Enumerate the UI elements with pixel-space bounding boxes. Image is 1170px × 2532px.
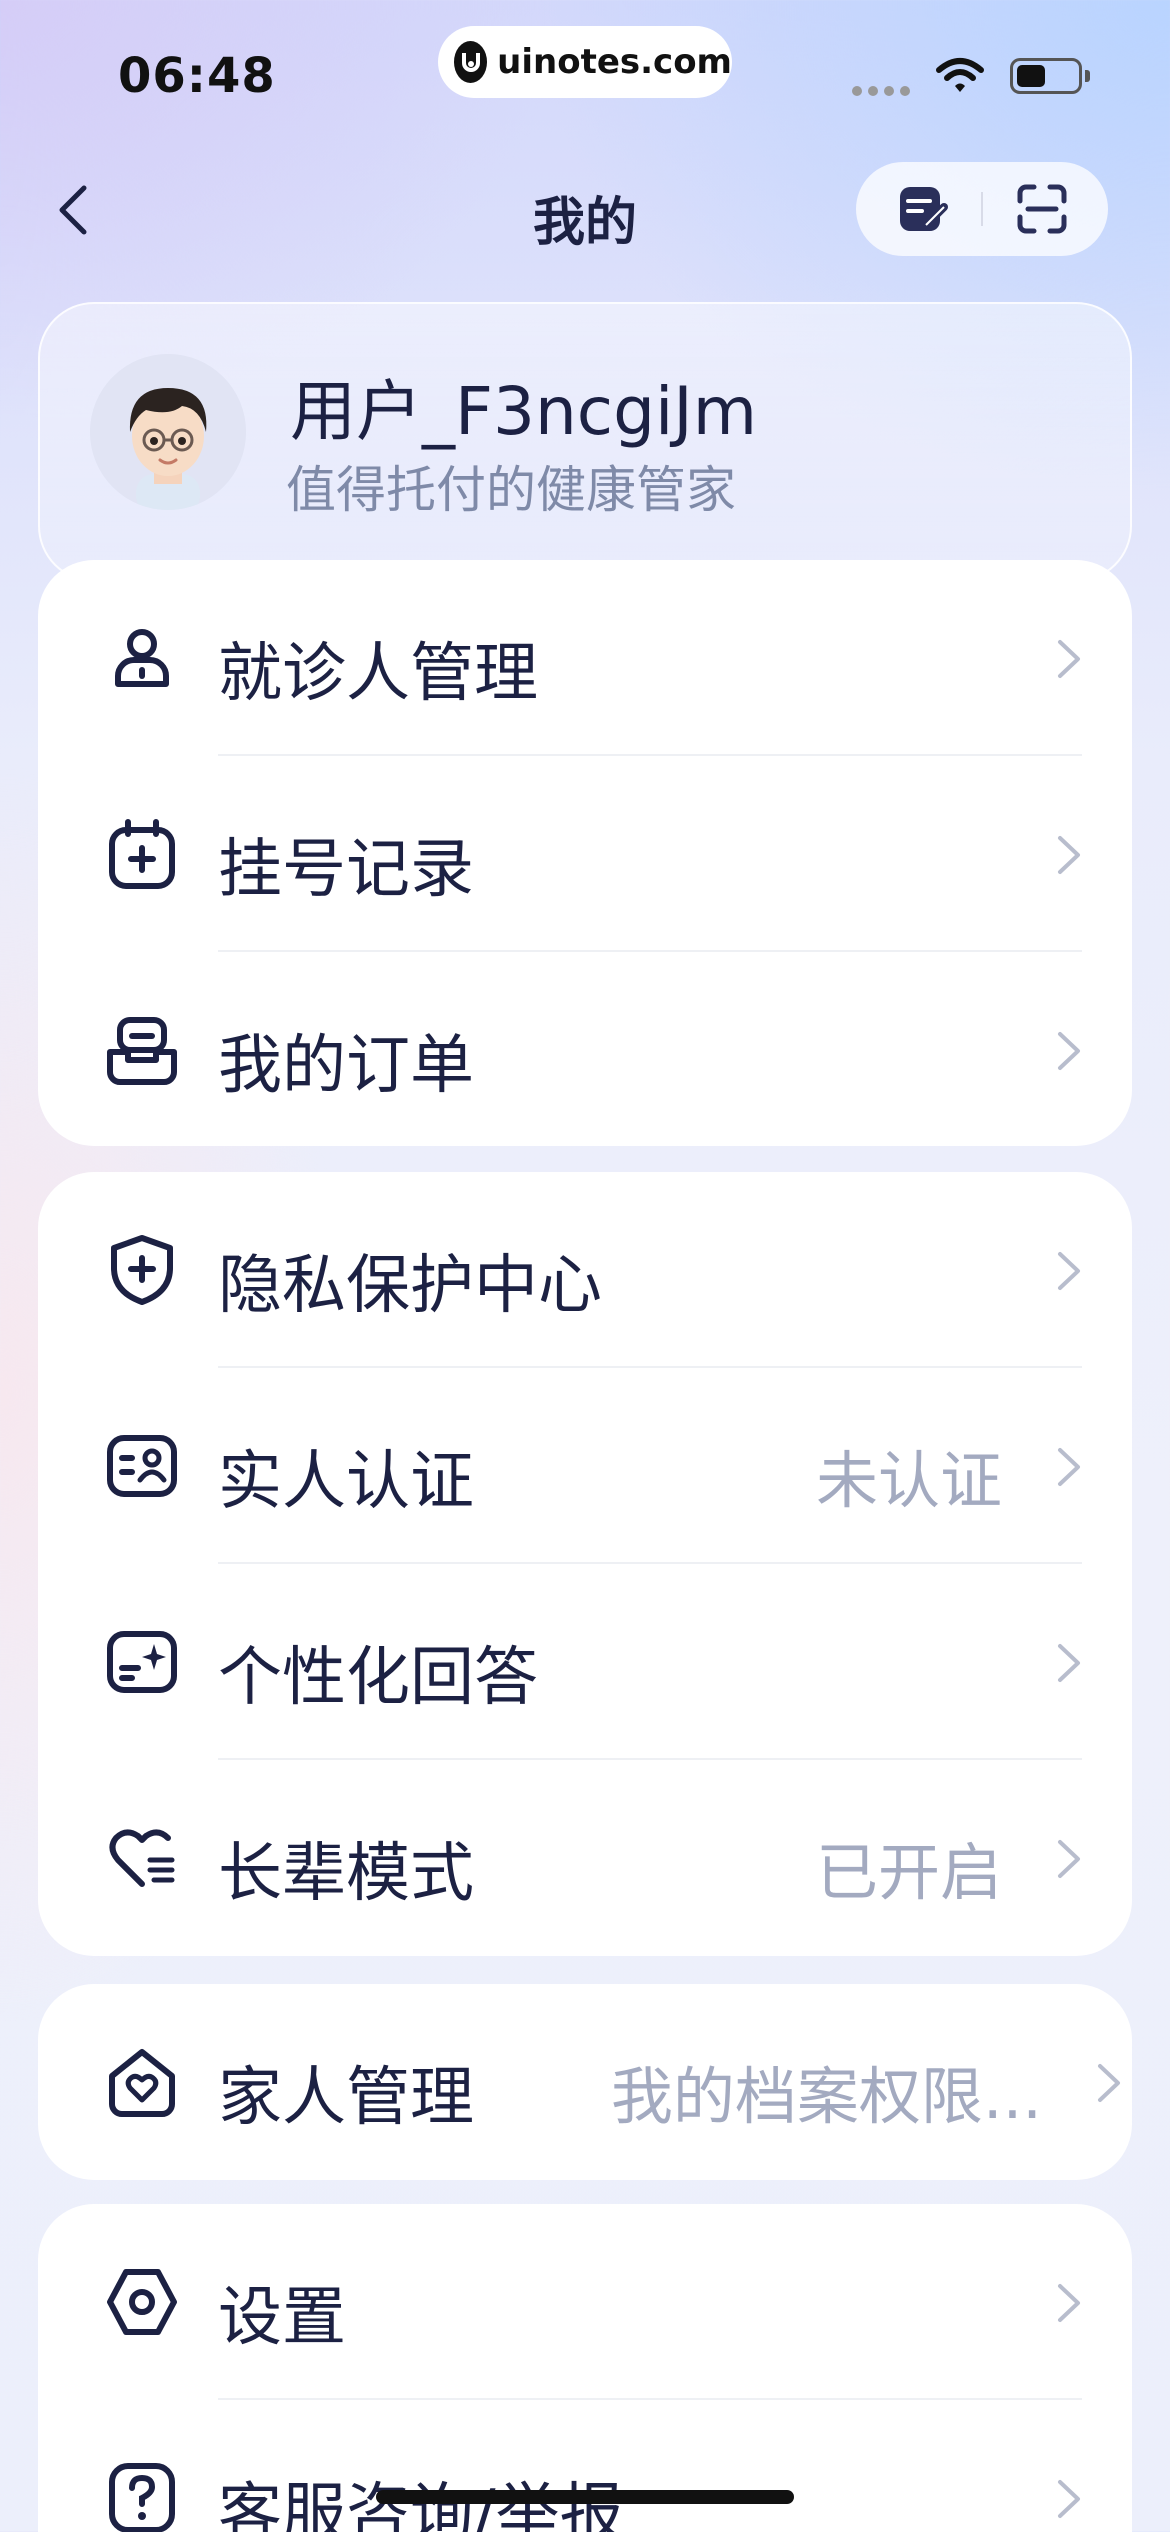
menu-item-personalized-answers[interactable]: 个性化回答	[38, 1564, 1132, 1760]
chevron-right-icon	[1098, 2064, 1120, 2102]
edit-note-button[interactable]	[892, 179, 952, 239]
chevron-right-icon	[1058, 1644, 1080, 1682]
menu-group-privacy: 隐私保护中心 实人认证 未认证 个性化回答 长辈模式 已开启	[38, 1172, 1132, 1956]
menu-item-label: 个性化回答	[218, 1641, 538, 1715]
sparkle-note-icon	[107, 1631, 177, 1693]
profile-slogan: 值得托付的健康管家	[286, 461, 736, 519]
menu-item-settings[interactable]: 设置	[38, 2204, 1132, 2400]
scan-icon	[1017, 184, 1067, 234]
settings-hexagon-icon	[107, 2269, 177, 2335]
chevron-right-icon	[1058, 1840, 1080, 1878]
menu-item-label: 长辈模式	[218, 1837, 474, 1911]
profile-card[interactable]: 用户_F3ncgiJm 值得托付的健康管家	[38, 302, 1132, 582]
navigation-bar: 我的	[0, 160, 1170, 260]
nav-actions	[856, 162, 1108, 256]
chevron-right-icon	[1058, 640, 1080, 678]
menu-item-patient-management[interactable]: 就诊人管理	[38, 560, 1132, 756]
elder-mode-status: 已开启	[815, 1836, 1002, 1909]
url-text: uinotes.com	[497, 42, 732, 82]
menu-item-label: 我的订单	[218, 1029, 474, 1103]
verification-status: 未认证	[815, 1444, 1002, 1517]
edit-note-icon	[900, 187, 948, 231]
menu-item-elder-mode[interactable]: 长辈模式 已开启	[38, 1760, 1132, 1956]
family-permission-text: 我的档案权限...	[610, 2060, 1042, 2133]
order-box-icon	[107, 1017, 177, 1085]
menu-item-label: 家人管理	[218, 2061, 474, 2135]
shield-plus-icon	[111, 1235, 173, 1305]
chevron-right-icon	[1058, 2480, 1080, 2518]
menu-item-label: 隐私保护中心	[218, 1249, 602, 1323]
heart-lines-icon	[109, 1829, 175, 1887]
home-indicator[interactable]	[376, 2490, 794, 2504]
menu-item-my-orders[interactable]: 我的订单	[38, 952, 1132, 1148]
chevron-right-icon	[1058, 1032, 1080, 1070]
nav-divider	[981, 192, 983, 226]
username: 用户_F3ncgiJm	[290, 373, 758, 450]
menu-group-records: 就诊人管理 挂号记录 我的订单	[38, 560, 1132, 1146]
site-logo-icon	[454, 41, 488, 83]
menu-item-real-name-verification[interactable]: 实人认证 未认证	[38, 1368, 1132, 1564]
avatar-illustration	[90, 354, 246, 510]
avatar[interactable]	[90, 354, 246, 510]
chevron-right-icon	[1058, 1252, 1080, 1290]
status-time: 06:48	[118, 48, 276, 104]
wifi-icon	[935, 56, 985, 100]
chevron-right-icon	[1058, 1448, 1080, 1486]
menu-item-label: 就诊人管理	[218, 637, 538, 711]
menu-item-privacy-center[interactable]: 隐私保护中心	[38, 1172, 1132, 1368]
battery-cap	[1085, 70, 1090, 82]
menu-item-label: 挂号记录	[218, 833, 474, 907]
home-heart-icon	[109, 2049, 175, 2117]
person-icon	[115, 629, 169, 687]
url-pill[interactable]: uinotes.com	[438, 26, 732, 98]
scan-button[interactable]	[1012, 179, 1072, 239]
help-icon	[109, 2463, 175, 2532]
status-bar: 06:48 uinotes.com	[0, 0, 1170, 140]
chevron-right-icon	[1058, 2284, 1080, 2322]
id-card-icon	[107, 1435, 177, 1497]
menu-item-label: 设置	[218, 2281, 346, 2355]
calendar-plus-icon	[109, 819, 175, 889]
menu-item-family-management[interactable]: 家人管理 我的档案权限...	[38, 1984, 1132, 2180]
menu-item-customer-service[interactable]: 客服咨询/举报	[38, 2400, 1132, 2532]
menu-group-settings: 设置 客服咨询/举报	[38, 2204, 1132, 2532]
chevron-right-icon	[1058, 836, 1080, 874]
menu-item-label: 实人认证	[218, 1445, 474, 1519]
menu-item-registration-records[interactable]: 挂号记录	[38, 756, 1132, 952]
cellular-signal-icon	[852, 86, 910, 96]
battery-icon	[1010, 58, 1082, 94]
menu-group-family: 家人管理 我的档案权限...	[38, 1984, 1132, 2180]
